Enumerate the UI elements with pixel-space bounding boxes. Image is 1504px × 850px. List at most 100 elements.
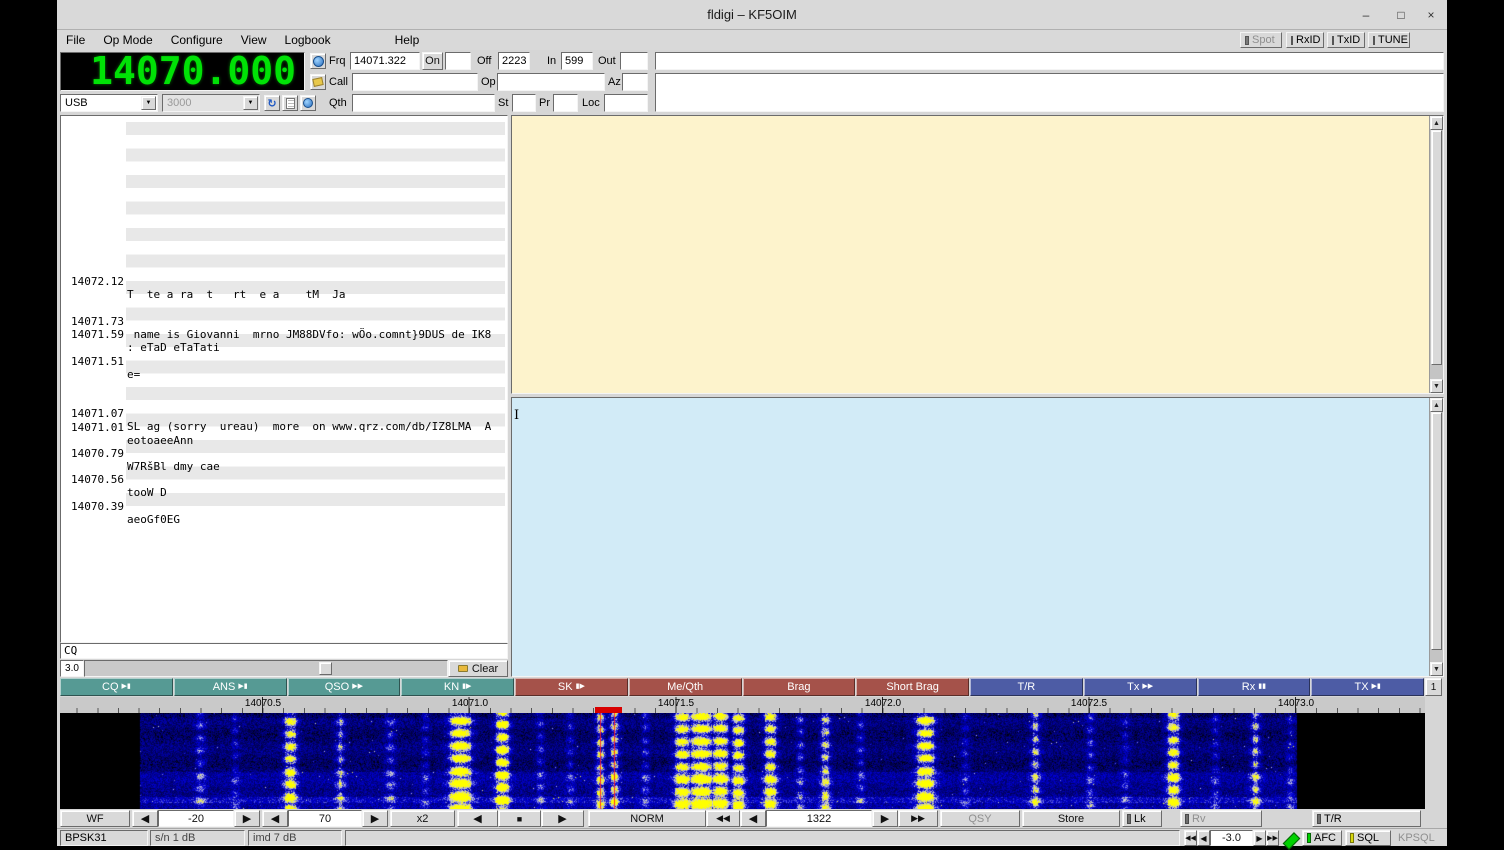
edit-entry-button[interactable] xyxy=(310,74,326,90)
afc-toggle[interactable]: AFC xyxy=(1302,830,1342,846)
browser-line[interactable]: 14070.39 aeoGf0EG xyxy=(61,487,505,500)
mode-select[interactable]: USB ▼ xyxy=(60,94,158,112)
log-frequency-input[interactable] xyxy=(350,52,420,70)
atten-fast-up-button[interactable]: ▶▶ xyxy=(1266,830,1279,846)
browser-line[interactable]: 14070.56 tooW D xyxy=(61,460,505,473)
zoom-button[interactable]: x2 xyxy=(390,810,455,827)
scroll-up-icon[interactable]: ▲ xyxy=(1430,116,1443,130)
browser-line[interactable]: 14072.12 T te a ra t rt e a tM Ja xyxy=(61,262,505,275)
tx-text-panel[interactable]: I ▲ ▼ xyxy=(511,397,1444,677)
txrx-toggle[interactable]: T/R xyxy=(1312,810,1421,827)
scrollbar-thumb[interactable] xyxy=(1431,412,1442,650)
browser-line[interactable]: 14071.01 eotoaeeAnn xyxy=(61,408,505,421)
macro-button-short-brag[interactable]: Short Brag xyxy=(856,678,969,696)
waterfall-scale[interactable]: 14070.5 14071.0 14071.5 14072.0 14072.5 … xyxy=(60,697,1425,713)
mode-status-button[interactable]: BPSK31 xyxy=(60,830,148,846)
freq-down-button[interactable]: ◀ xyxy=(740,810,766,827)
freq-up-button[interactable]: ▶ xyxy=(872,810,898,827)
macro-button-me-qth[interactable]: Me/Qth xyxy=(629,678,742,696)
range-down-button[interactable]: ◀ xyxy=(262,810,288,827)
rx-text-panel[interactable]: ▲ ▼ xyxy=(511,115,1444,394)
ref-down-button[interactable]: ◀ xyxy=(132,810,158,827)
browser-line[interactable]: 14071.07 SL ag (sorry ureau) more on www… xyxy=(61,394,505,407)
ref-up-button[interactable]: ▶ xyxy=(234,810,260,827)
macro-button-tx[interactable]: Tx▶▶ xyxy=(1084,678,1197,696)
macro-button-kn[interactable]: KN▮▶ xyxy=(401,678,514,696)
qth-input[interactable] xyxy=(352,94,495,112)
scroll-down-icon[interactable]: ▼ xyxy=(1430,379,1443,393)
menu-op-mode[interactable]: Op Mode xyxy=(94,30,161,50)
macro-button-tx2[interactable]: TX▶▮ xyxy=(1311,678,1424,696)
scroll-up-icon[interactable]: ▲ xyxy=(1430,398,1443,412)
slider-handle[interactable] xyxy=(319,662,332,675)
browser-tx-line[interactable]: CQ xyxy=(60,643,508,659)
qso-notes-main-input[interactable] xyxy=(655,73,1444,112)
rst-in-input[interactable] xyxy=(561,52,593,70)
pr-input[interactable] xyxy=(553,94,578,112)
signal-browser[interactable]: 14072.12 T te a ra t rt e a tM Ja 14071.… xyxy=(60,115,508,643)
browser-squelch-slider[interactable] xyxy=(84,660,448,677)
txid-toggle[interactable]: TxID xyxy=(1327,32,1365,48)
macro-button-ans[interactable]: ANS▶▮ xyxy=(174,678,287,696)
atten-up-button[interactable]: ▶ xyxy=(1253,830,1266,846)
freq-fast-down-button[interactable]: ◀◀ xyxy=(706,810,740,827)
browser-line[interactable]: 14071.51 e= xyxy=(61,342,505,355)
atten-fast-down-button[interactable]: ◀◀ xyxy=(1184,830,1197,846)
st-input[interactable] xyxy=(512,94,536,112)
chevron-down-icon[interactable]: ▼ xyxy=(141,96,156,110)
macro-button-qso[interactable]: QSO▶▶ xyxy=(288,678,401,696)
macro-bank-button[interactable]: 1 xyxy=(1425,678,1442,696)
macro-button-brag[interactable]: Brag xyxy=(743,678,856,696)
time-on-input[interactable] xyxy=(445,52,471,70)
minimize-button[interactable]: – xyxy=(1355,5,1377,25)
tx-scrollbar[interactable]: ▲ ▼ xyxy=(1429,398,1443,676)
time-off-input[interactable] xyxy=(498,52,530,70)
maximize-button[interactable]: □ xyxy=(1390,5,1412,25)
lock-toggle[interactable]: Lk xyxy=(1122,810,1162,827)
macro-button-rx[interactable]: Rx▮▮ xyxy=(1198,678,1311,696)
waterfall-display[interactable] xyxy=(60,713,1425,809)
log-view-button[interactable] xyxy=(282,95,298,111)
browser-line[interactable]: 14070.79 W7RšBl dmy cae xyxy=(61,434,505,447)
rx-scrollbar[interactable]: ▲ ▼ xyxy=(1429,116,1443,393)
call-input[interactable] xyxy=(352,73,478,91)
sql-toggle[interactable]: SQL xyxy=(1345,830,1391,846)
country-lookup-button[interactable] xyxy=(300,95,316,111)
scrollbar-thumb[interactable] xyxy=(1431,130,1442,365)
frequency-display[interactable]: 14070.000 xyxy=(60,52,305,91)
restore-defaults-button[interactable]: ↻ xyxy=(264,95,280,111)
browser-line[interactable]: 14071.73 name is Giovanni mrno JM88DVfo:… xyxy=(61,302,505,315)
wf-mode-button[interactable]: WF xyxy=(60,810,130,827)
qrz-lookup-button[interactable] xyxy=(310,53,326,69)
scroll-right-button[interactable]: ▶ xyxy=(541,810,584,827)
scroll-left-button[interactable]: ◀ xyxy=(457,810,498,827)
center-stop-button[interactable]: ■ xyxy=(498,810,541,827)
wf-speed-button[interactable]: NORM xyxy=(588,810,706,827)
loc-label: Loc xyxy=(582,94,600,112)
az-input[interactable] xyxy=(622,73,648,91)
freq-fast-up-button[interactable]: ▶▶ xyxy=(898,810,938,827)
menu-logbook[interactable]: Logbook xyxy=(276,30,340,50)
rxid-toggle[interactable]: RxID xyxy=(1286,32,1324,48)
menu-file[interactable]: File xyxy=(57,30,94,50)
browser-clear-button[interactable]: Clear xyxy=(448,660,508,677)
eraser-icon xyxy=(458,665,468,672)
menu-configure[interactable]: Configure xyxy=(162,30,232,50)
qso-notes-top-input[interactable] xyxy=(655,52,1444,70)
op-input[interactable] xyxy=(497,73,605,91)
menu-view[interactable]: View xyxy=(232,30,276,50)
atten-down-button[interactable]: ◀ xyxy=(1197,830,1210,846)
range-up-button[interactable]: ▶ xyxy=(362,810,388,827)
menu-help[interactable]: Help xyxy=(386,30,429,50)
browser-line[interactable]: 14071.59 : eTaD eTaTati xyxy=(61,315,505,328)
macro-button-cq[interactable]: CQ▶▮ xyxy=(60,678,173,696)
close-button[interactable]: × xyxy=(1420,5,1442,25)
time-on-button[interactable]: On xyxy=(422,52,443,70)
rst-out-input[interactable] xyxy=(620,52,648,70)
loc-input[interactable] xyxy=(604,94,648,112)
macro-button-tr[interactable]: T/R xyxy=(970,678,1083,696)
scroll-down-icon[interactable]: ▼ xyxy=(1430,662,1443,676)
tune-toggle[interactable]: TUNE xyxy=(1368,32,1410,48)
store-button[interactable]: Store xyxy=(1022,810,1120,827)
macro-button-sk[interactable]: SK▮▶ xyxy=(515,678,628,696)
